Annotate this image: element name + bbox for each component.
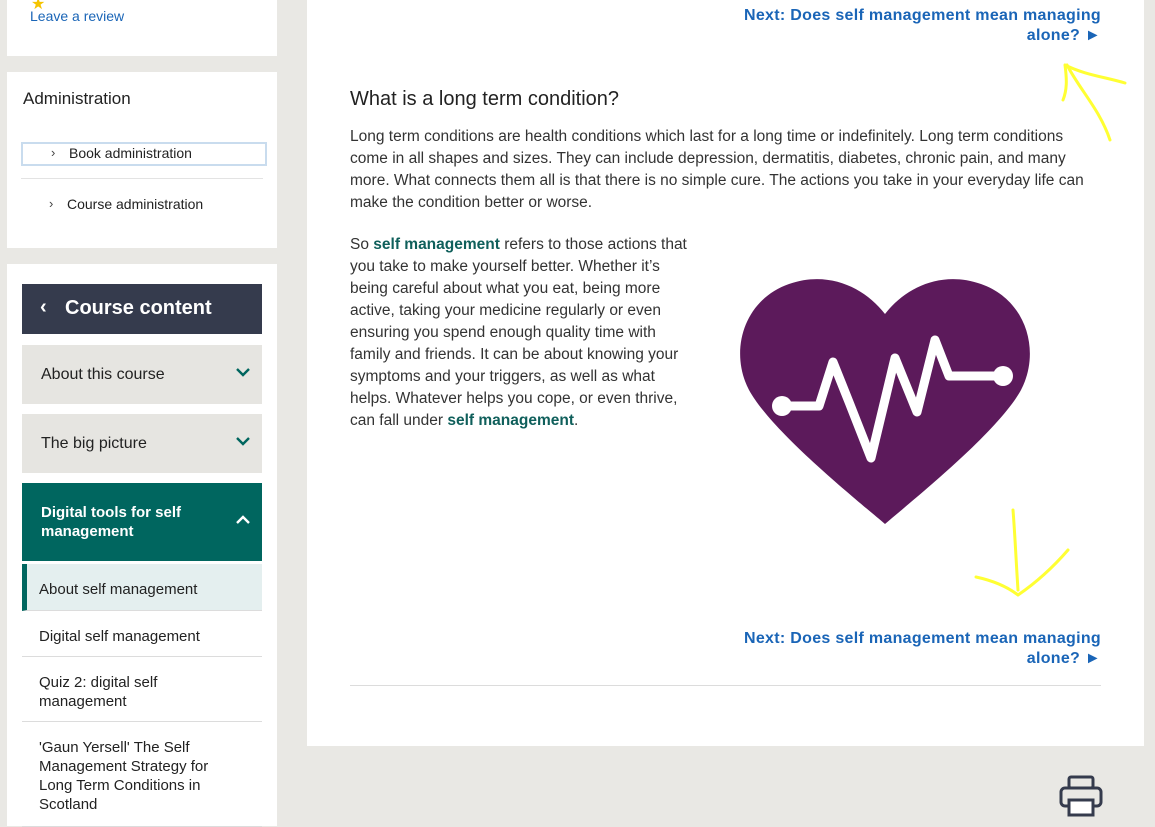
course-content-block: ‹ Course content About this course The b… [7,264,277,827]
course-administration-link[interactable]: › Course administration [21,195,263,215]
book-administration-label: Book administration [69,145,192,161]
chevron-right-icon: › [51,145,56,160]
next-page-link-bottom[interactable]: Next: Does self management mean managing… [701,629,1101,669]
section-label: About this course [41,366,165,383]
course-content-title: Course content [65,297,212,319]
annotation-arrow-icon [974,508,1070,597]
section-the-big-picture[interactable]: The big picture [22,414,262,473]
course-administration-label: Course administration [67,196,204,212]
subitem-label: 'Gaun Yersell' The Self Management Strat… [39,739,209,813]
subitem-label: About self management [39,581,198,598]
review-card: ★ Leave a review [7,0,277,56]
term-self-management: self management [447,412,575,429]
heart-pulse-illustration [740,279,1030,524]
next-title: Does self management mean managing alone… [790,630,1101,667]
next-page-link-top[interactable]: Next: Does self management mean managing… [701,6,1101,46]
subitem-gaun-yersell[interactable]: 'Gaun Yersell' The Self Management Strat… [22,722,262,827]
section-digital-tools[interactable]: Digital tools for self management [22,483,262,561]
self-management-paragraph: So self management refers to those actio… [350,234,695,432]
next-prefix: Next: [744,7,786,24]
divider [350,685,1101,686]
chevron-right-icon: › [49,196,54,211]
intro-paragraph: Long term conditions are health conditio… [350,128,1084,211]
administration-title: Administration [23,89,131,108]
subitem-label: Digital self management [39,628,200,645]
subitem-about-self-management[interactable]: About self management [22,564,262,611]
section-label: Digital tools for self management [41,504,182,540]
chevron-up-icon [236,515,250,524]
book-administration-link[interactable]: › Book administration [21,142,267,166]
main-content: Next: Does self management mean managing… [307,0,1144,746]
print-icon[interactable] [1058,774,1104,818]
chevron-down-icon [236,437,250,446]
term-self-management: self management [373,236,500,253]
chevron-down-icon [236,368,250,377]
leave-review-link[interactable]: Leave a review [30,8,124,24]
subitem-label: Quiz 2: digital self management [39,674,158,710]
administration-block: Administration › Book administration › C… [7,72,277,248]
next-prefix: Next: [744,630,786,647]
divider [21,178,263,179]
text-fragment: refers to those actions that you take to… [350,236,687,429]
annotation-arrow-icon [1061,63,1127,142]
course-content-header[interactable]: ‹ Course content [22,284,262,334]
subitem-digital-self-management[interactable]: Digital self management [22,611,262,657]
text-fragment: So [350,236,374,253]
next-title: Does self management mean managing alone… [790,7,1101,44]
subitem-quiz-2[interactable]: Quiz 2: digital self management [22,657,262,722]
page-heading: What is a long term condition? [350,88,620,110]
section-label: The big picture [41,435,147,452]
text-fragment: . [574,412,579,429]
section-about-this-course[interactable]: About this course [22,345,262,404]
chevron-left-icon: ‹ [40,296,47,318]
